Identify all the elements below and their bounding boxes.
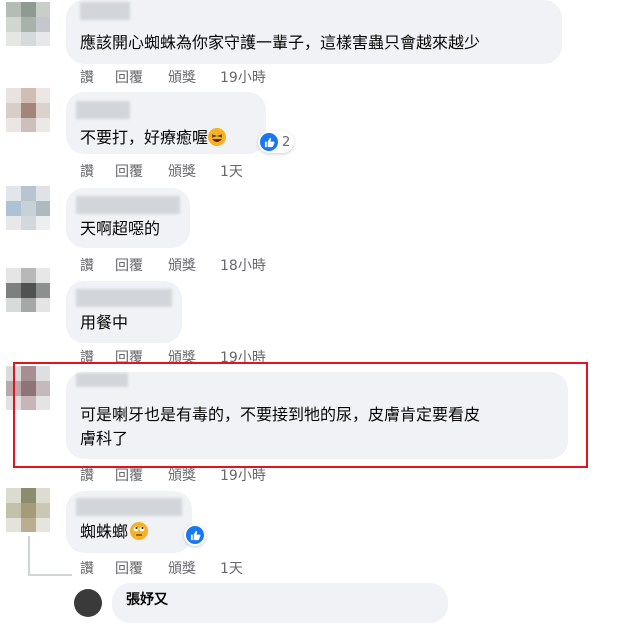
award-link[interactable]: 頒獎 [168, 558, 196, 578]
like-link[interactable]: 讚 [80, 255, 94, 275]
like-reaction-icon [186, 526, 204, 544]
comment-text: 應該開心蜘蛛為你家守護一輩子，這樣害蟲只會越來越少 [80, 33, 481, 52]
reply-link[interactable]: 回覆 [115, 67, 143, 87]
commenter-name[interactable] [76, 498, 182, 516]
timestamp[interactable]: 1天 [220, 161, 243, 181]
comment-text: 蜘蛛螂 [80, 520, 149, 544]
commenter-name[interactable] [80, 2, 130, 20]
avatar[interactable] [6, 268, 50, 312]
thread-line [28, 536, 30, 576]
reply-name[interactable]: 張妤又 [126, 588, 168, 612]
laughing-emoji-icon [208, 128, 227, 146]
comment-text: 用餐中 [80, 313, 129, 332]
timestamp[interactable]: 19小時 [220, 67, 266, 87]
like-reaction-icon [260, 133, 278, 151]
like-link[interactable]: 讚 [80, 67, 94, 87]
thread-line [28, 574, 72, 576]
like-link[interactable]: 讚 [80, 558, 94, 578]
award-link[interactable]: 頒獎 [168, 161, 196, 181]
reaction-badge[interactable] [184, 524, 206, 546]
red-highlight-box [13, 362, 588, 468]
reply-link[interactable]: 回覆 [115, 558, 143, 578]
commenter-name[interactable] [76, 196, 180, 214]
timestamp[interactable]: 18小時 [220, 255, 266, 275]
comment-text: 天啊超噁的 [80, 219, 161, 238]
reaction-badge[interactable]: 2 [258, 131, 295, 153]
rolling-eyes-emoji-icon [130, 522, 149, 540]
reply-avatar[interactable] [74, 589, 102, 617]
reaction-count: 2 [282, 134, 291, 150]
avatar[interactable] [6, 186, 50, 230]
commenter-name[interactable] [76, 101, 130, 119]
avatar[interactable] [6, 488, 50, 532]
like-link[interactable]: 讚 [80, 161, 94, 181]
reply-link[interactable]: 回覆 [115, 161, 143, 181]
award-link[interactable]: 頒獎 [168, 67, 196, 87]
award-link[interactable]: 頒獎 [168, 255, 196, 275]
reply-link[interactable]: 回覆 [115, 255, 143, 275]
timestamp[interactable]: 1天 [220, 558, 243, 578]
commenter-name[interactable] [76, 289, 172, 307]
comment-text: 不要打，好療癒喔 [80, 126, 227, 150]
avatar[interactable] [6, 88, 50, 132]
avatar[interactable] [6, 2, 50, 46]
